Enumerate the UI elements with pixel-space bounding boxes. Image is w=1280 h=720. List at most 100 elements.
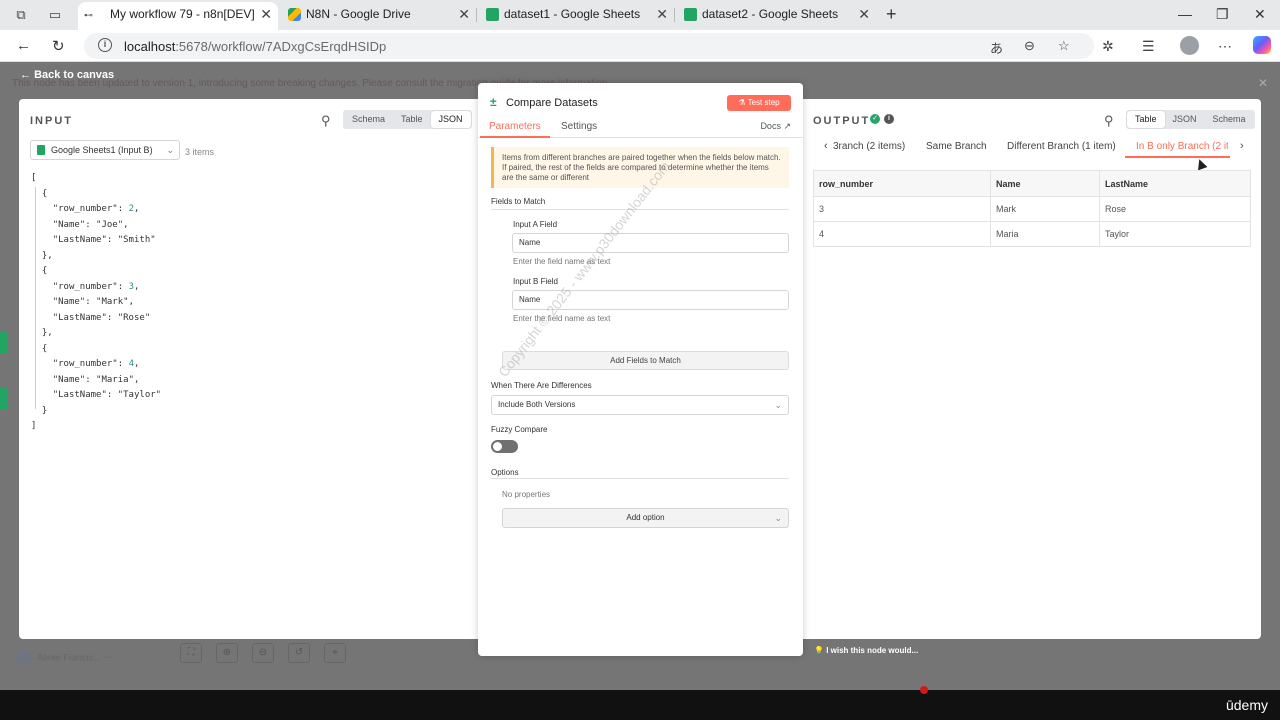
maximize-icon[interactable]: ❐ xyxy=(1216,6,1229,23)
view-json[interactable]: JSON xyxy=(430,111,471,128)
add-option-select[interactable]: Add option ⌄ xyxy=(502,508,789,528)
no-properties-text: No properties xyxy=(502,490,551,499)
docs-link[interactable]: Docs ↗ xyxy=(760,121,791,132)
tab-actions-icon[interactable]: ▭ xyxy=(46,6,64,24)
input-b-hint: Enter the field name as text xyxy=(513,314,611,323)
json-value: Rose xyxy=(123,312,145,323)
favorites-icon[interactable]: ☰ xyxy=(1142,38,1155,55)
window-close-icon[interactable]: ✕ xyxy=(1254,6,1266,23)
zoom-out-icon[interactable]: ⊖ xyxy=(1024,38,1035,54)
tab-label: My workflow 79 - n8n[DEV] xyxy=(110,7,255,21)
json-value: Maria xyxy=(101,374,129,385)
json-value: Taylor xyxy=(123,390,156,400)
input-a-field[interactable]: Name xyxy=(512,233,789,253)
view-table[interactable]: Table xyxy=(1127,111,1165,128)
node-title: Compare Datasets xyxy=(506,97,598,109)
table-cell: 3 xyxy=(813,196,991,222)
back-to-canvas-link[interactable]: ← Back to canvas xyxy=(20,69,114,81)
tab-settings[interactable]: Settings xyxy=(561,121,597,132)
browser-tab-drive[interactable]: N8N - Google Drive ✕ xyxy=(280,2,476,30)
browser-tab-dataset1[interactable]: dataset1 - Google Sheets ✕ xyxy=(478,2,674,30)
test-step-button[interactable]: ⚗ Test step xyxy=(727,95,791,111)
view-table[interactable]: Table xyxy=(393,111,431,128)
info-icon[interactable]: i xyxy=(884,114,894,124)
undo-icon[interactable]: ↺ xyxy=(288,643,310,663)
input-panel: INPUT ⚲ Schema Table JSON Google Sheets1… xyxy=(19,99,481,639)
url-text: localhost:5678/workflow/7ADxgCsErqdHSIDp xyxy=(124,39,387,54)
column-header[interactable]: row_number xyxy=(813,170,991,197)
json-view: [ { "row_number": 2, "Name": "Joe", "Las… xyxy=(31,173,162,431)
input-b-label: Input B Field xyxy=(513,277,558,286)
table-cell: 4 xyxy=(813,221,991,247)
google-sheets-icon xyxy=(37,145,45,155)
branch-tab-b-only[interactable]: In B only Branch (2 it xyxy=(1136,141,1228,152)
output-view-switch: Table JSON Schema xyxy=(1126,110,1255,129)
chevron-down-icon: ⌄ xyxy=(774,513,782,523)
fuzzy-compare-label: Fuzzy Compare xyxy=(491,425,548,434)
zoom-in-icon[interactable]: ⊕ xyxy=(216,643,238,663)
profile-avatar[interactable] xyxy=(1180,36,1199,55)
extensions-icon[interactable]: ✲ xyxy=(1102,38,1114,55)
workspaces-icon[interactable]: ⧉ xyxy=(12,6,30,24)
chevron-left-icon[interactable]: ‹ xyxy=(824,140,828,152)
minimize-icon[interactable]: — xyxy=(1178,6,1192,22)
json-value: Mark xyxy=(101,297,124,307)
n8n-icon: ⊷ xyxy=(84,10,93,20)
translate-icon[interactable]: あ xyxy=(990,38,1003,57)
branch-tab-a[interactable]: 3ranch (2 items) xyxy=(833,141,905,152)
output-title: OUTPUT xyxy=(813,115,871,127)
column-header[interactable]: LastName xyxy=(1099,170,1251,197)
input-view-switch: Schema Table JSON xyxy=(343,110,472,129)
new-tab-icon[interactable]: + xyxy=(886,4,897,25)
add-fields-button[interactable]: Add Fields to Match xyxy=(502,351,789,370)
table-row: 4 Maria Taylor xyxy=(813,221,1251,247)
close-icon[interactable]: ✕ xyxy=(858,2,870,26)
close-icon[interactable]: ✕ xyxy=(656,2,668,26)
sheets-node-icon xyxy=(0,332,8,354)
view-schema[interactable]: Schema xyxy=(344,111,393,128)
chevron-down-icon: ⌄ xyxy=(774,400,782,410)
tidy-up-icon[interactable]: ⌖ xyxy=(324,643,346,663)
close-icon[interactable]: ✕ xyxy=(458,2,470,26)
tab-parameters[interactable]: Parameters xyxy=(489,121,541,132)
search-icon[interactable]: ⚲ xyxy=(1104,113,1114,129)
fuzzy-compare-toggle[interactable] xyxy=(491,440,518,453)
input-source-select[interactable]: Google Sheets1 (Input B) ⌄ xyxy=(30,140,180,160)
info-notice: Items from different branches are paired… xyxy=(491,147,789,188)
table-cell: Maria xyxy=(990,221,1100,247)
search-icon[interactable]: ⚲ xyxy=(321,113,331,129)
view-json[interactable]: JSON xyxy=(1165,111,1205,128)
json-value: Smith xyxy=(123,235,151,245)
feedback-link[interactable]: 💡 I wish this node would... xyxy=(814,646,918,655)
differences-select[interactable]: Include Both Versions ⌄ xyxy=(491,395,789,415)
fit-view-icon[interactable]: ⛶ xyxy=(180,643,202,663)
taskbar xyxy=(0,690,1280,720)
chevron-right-icon[interactable]: › xyxy=(1240,140,1244,152)
output-panel: OUTPUT ✓ i ⚲ Table JSON Schema ‹ 3ranch … xyxy=(800,99,1261,639)
input-title: INPUT xyxy=(30,115,73,127)
browser-tab-bar: ⧉ ▭ ⊷ My workflow 79 - n8n[DEV] ✕ N8N - … xyxy=(0,0,1280,30)
close-icon[interactable]: ✕ xyxy=(260,2,272,26)
branch-tab-different[interactable]: Different Branch (1 item) xyxy=(1007,141,1116,152)
close-icon[interactable]: ✕ xyxy=(1258,76,1268,90)
copilot-icon[interactable] xyxy=(1253,36,1271,54)
site-info-icon[interactable]: i xyxy=(98,38,112,52)
udemy-logo: ūdemy xyxy=(1225,697,1268,713)
reload-icon[interactable]: ↻ xyxy=(52,37,65,55)
address-bar: ← ↻ i localhost:5678/workflow/7ADxgCsErq… xyxy=(0,30,1280,62)
view-schema[interactable]: Schema xyxy=(1205,111,1254,128)
column-header[interactable]: Name xyxy=(990,170,1100,197)
options-label: Options xyxy=(491,468,519,477)
favorite-star-icon[interactable]: ☆ xyxy=(1058,38,1070,54)
differences-label: When There Are Differences xyxy=(491,381,592,390)
node-editor-panel: ± Compare Datasets ⚗ Test step Parameter… xyxy=(478,83,803,656)
zoom-out-icon[interactable]: ⊖ xyxy=(252,643,274,663)
user-menu[interactable]: Abner Francis... ··· xyxy=(16,650,112,666)
browser-tab-n8n[interactable]: ⊷ My workflow 79 - n8n[DEV] ✕ xyxy=(78,2,278,30)
back-arrow-icon[interactable]: ← xyxy=(16,37,31,54)
input-a-label: Input A Field xyxy=(513,220,558,229)
more-menu-icon[interactable]: ⋯ xyxy=(1218,38,1232,55)
branch-tab-same[interactable]: Same Branch xyxy=(926,141,987,152)
url-field[interactable]: i localhost:5678/workflow/7ADxgCsErqdHSI… xyxy=(84,33,1094,59)
browser-tab-dataset2[interactable]: dataset2 - Google Sheets ✕ xyxy=(676,2,876,30)
